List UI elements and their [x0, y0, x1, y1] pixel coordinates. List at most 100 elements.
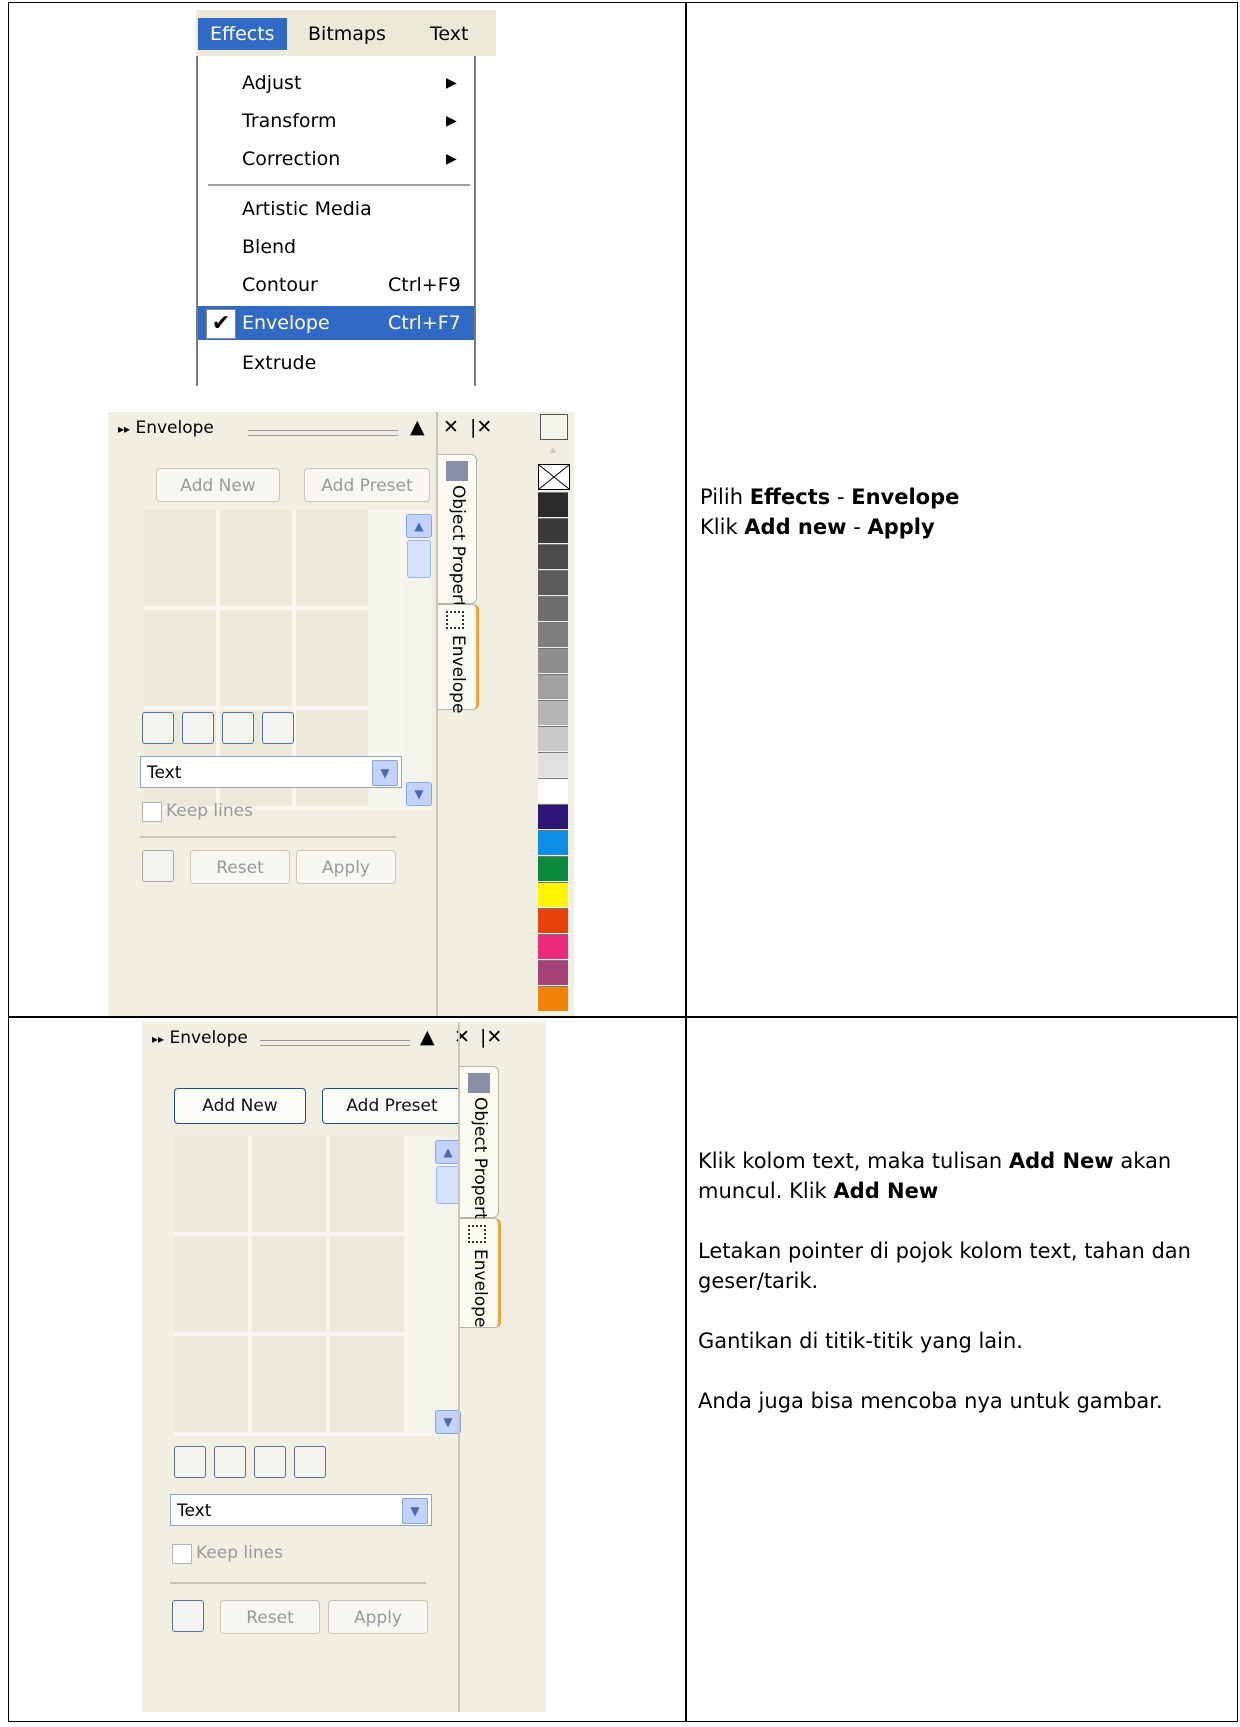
unconstrained-mode-icon[interactable]	[262, 712, 294, 744]
mapping-mode-select[interactable]: Text ▼	[140, 756, 402, 788]
close-all-icon[interactable]: |✕	[470, 416, 492, 438]
tab-envelope[interactable]: Envelope	[438, 604, 479, 713]
single-arc-mode-icon[interactable]	[214, 1446, 246, 1478]
preset-cell[interactable]	[174, 1136, 248, 1232]
color-swatch[interactable]	[538, 518, 568, 543]
double-arc-mode-icon[interactable]	[254, 1446, 286, 1478]
row1-description: Pilih Effects - Envelope Klik Add new - …	[700, 482, 1220, 542]
add-new-button[interactable]: Add New	[156, 468, 280, 502]
color-swatch[interactable]	[538, 908, 568, 933]
menu-separator	[208, 184, 470, 186]
palette-scroll-up-icon[interactable]: ▲	[540, 444, 566, 460]
preset-cell[interactable]	[296, 510, 368, 606]
divider	[140, 836, 396, 838]
unconstrained-mode-icon[interactable]	[294, 1446, 326, 1478]
menu-item-contour[interactable]: Contour Ctrl+F9	[198, 268, 474, 302]
preset-cell[interactable]	[252, 1136, 326, 1232]
scroll-down-icon[interactable]: ▼	[406, 782, 432, 806]
keep-lines-label: Keep lines	[166, 801, 253, 821]
eyedropper-icon[interactable]	[142, 850, 174, 882]
preset-cell[interactable]	[252, 1236, 326, 1332]
docker-title: ▸▸ Envelope	[152, 1028, 248, 1048]
color-swatch[interactable]	[538, 830, 568, 855]
preset-cell[interactable]	[252, 1336, 326, 1432]
submenu-arrow-icon: ▶	[446, 75, 457, 91]
add-new-button[interactable]: Add New	[174, 1088, 306, 1124]
preset-cell[interactable]	[330, 1336, 404, 1432]
menu-item-blend[interactable]: Blend	[198, 230, 474, 264]
preset-cell[interactable]	[174, 1336, 248, 1432]
preset-cell[interactable]	[144, 610, 216, 706]
menu-text[interactable]: Text	[418, 18, 480, 50]
preset-scrollbar[interactable]: ▲ ▼	[404, 510, 432, 810]
reset-button[interactable]: Reset	[220, 1600, 320, 1634]
color-swatch[interactable]	[538, 596, 568, 621]
close-icon[interactable]: ✕	[454, 1026, 470, 1048]
color-swatch[interactable]	[538, 856, 568, 881]
preset-cell[interactable]	[296, 610, 368, 706]
menu-bitmaps[interactable]: Bitmaps	[296, 18, 398, 50]
color-swatch[interactable]	[538, 986, 568, 1011]
tab-envelope[interactable]: Envelope	[460, 1218, 501, 1328]
color-swatch[interactable]	[538, 570, 568, 595]
color-swatch[interactable]	[538, 492, 568, 517]
keep-lines-checkbox[interactable]	[172, 1544, 192, 1564]
color-swatch[interactable]	[538, 726, 568, 751]
effects-dropdown: Adjust ▶ Transform ▶ Correction ▶ Artistic …	[196, 56, 476, 386]
color-swatch[interactable]	[538, 804, 568, 829]
envelope-docker: ▸▸ Envelope ▲ ✕ |✕ Add New Add Preset ▲ …	[108, 412, 574, 1016]
preset-cell[interactable]	[330, 1136, 404, 1232]
scroll-up-icon[interactable]: ▲	[406, 514, 432, 538]
scroll-thumb[interactable]	[407, 540, 431, 578]
no-fill-icon	[538, 464, 570, 490]
color-swatch[interactable]	[538, 934, 568, 959]
collapse-icon[interactable]: ▲	[420, 1026, 435, 1048]
color-swatch[interactable]	[538, 960, 568, 985]
preset-cell[interactable]	[330, 1236, 404, 1332]
preset-cell[interactable]	[144, 510, 216, 606]
no-fill-swatch[interactable]	[538, 464, 570, 490]
menu-effects[interactable]: Effects	[198, 18, 287, 50]
scroll-thumb[interactable]	[436, 1166, 460, 1204]
menu-item-correction[interactable]: Correction ▶	[198, 142, 474, 176]
instruction-paragraph: Anda juga bisa mencoba nya untuk gambar.	[698, 1389, 1163, 1413]
palette-flyout-icon[interactable]	[540, 414, 568, 440]
eyedropper-icon[interactable]	[172, 1600, 204, 1632]
tab-object-properties[interactable]: Object Properties	[438, 454, 477, 632]
menu-item-adjust[interactable]: Adjust ▶	[198, 66, 474, 100]
tab-object-properties[interactable]: Object Properties	[460, 1066, 499, 1244]
single-arc-mode-icon[interactable]	[182, 712, 214, 744]
preset-cell[interactable]	[220, 510, 292, 606]
dropdown-arrow-icon[interactable]: ▼	[372, 760, 398, 786]
color-swatch[interactable]	[538, 648, 568, 673]
color-swatch[interactable]	[538, 882, 568, 907]
dropdown-arrow-icon[interactable]: ▼	[402, 1498, 428, 1524]
double-arc-mode-icon[interactable]	[222, 712, 254, 744]
apply-button[interactable]: Apply	[296, 850, 396, 884]
preset-cell[interactable]	[220, 610, 292, 706]
color-swatch[interactable]	[538, 752, 568, 777]
color-swatch[interactable]	[538, 544, 568, 569]
color-swatch[interactable]	[538, 674, 568, 699]
add-preset-button[interactable]: Add Preset	[304, 468, 430, 502]
menu-item-envelope[interactable]: ✔ Envelope Ctrl+F7	[198, 306, 474, 340]
color-swatch[interactable]	[538, 778, 568, 803]
close-icon[interactable]: ✕	[443, 416, 459, 438]
add-preset-button[interactable]: Add Preset	[322, 1088, 462, 1124]
straight-line-mode-icon[interactable]	[174, 1446, 206, 1478]
row-divider	[8, 1016, 1238, 1018]
menu-item-transform[interactable]: Transform ▶	[198, 104, 474, 138]
collapse-icon[interactable]: ▲	[410, 416, 425, 438]
mapping-mode-select[interactable]: Text ▼	[170, 1494, 432, 1526]
color-swatch[interactable]	[538, 700, 568, 725]
menu-item-extrude[interactable]: Extrude	[198, 346, 474, 380]
apply-button[interactable]: Apply	[328, 1600, 428, 1634]
color-swatch[interactable]	[538, 622, 568, 647]
preset-cell[interactable]	[174, 1236, 248, 1332]
straight-line-mode-icon[interactable]	[142, 712, 174, 744]
docker-title: ▸▸ Envelope	[118, 418, 214, 438]
close-all-icon[interactable]: |✕	[480, 1026, 502, 1048]
reset-button[interactable]: Reset	[190, 850, 290, 884]
keep-lines-checkbox[interactable]	[142, 802, 162, 822]
menu-item-artistic-media[interactable]: Artistic Media	[198, 192, 474, 226]
